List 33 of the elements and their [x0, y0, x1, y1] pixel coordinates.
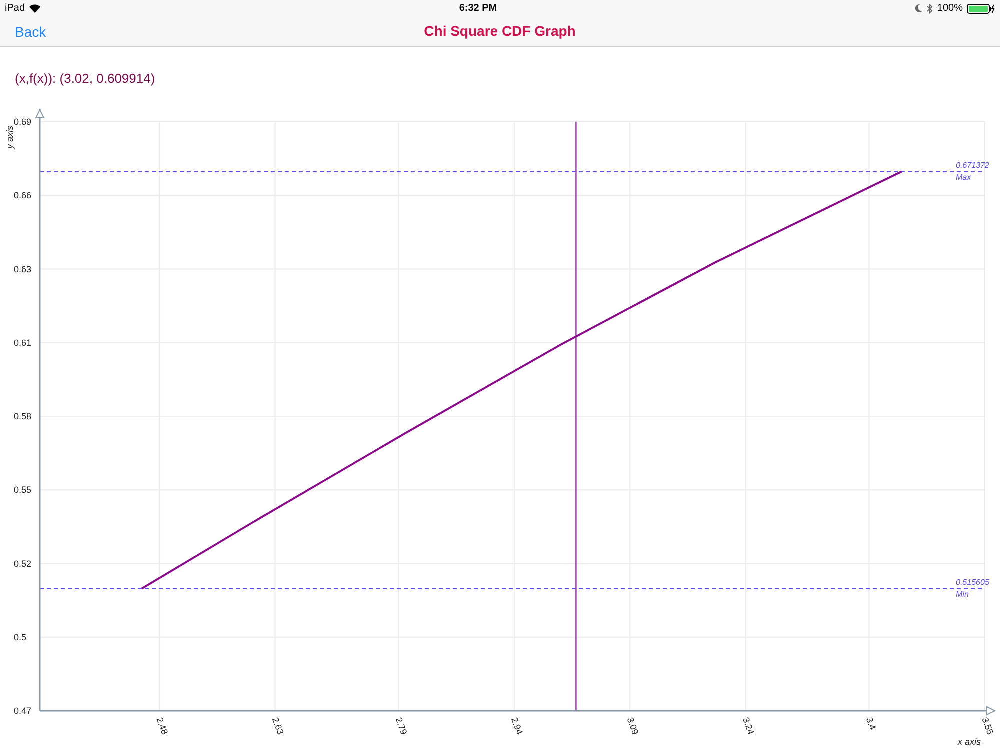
x-tick-label: 2.48: [154, 716, 170, 736]
x-tick-label: 2.94: [510, 716, 525, 736]
reference-value-label: 0.515605: [956, 578, 990, 587]
x-tick-label: 3.55: [980, 716, 996, 736]
battery-icon: [966, 4, 995, 14]
y-tick-label: 0.61: [14, 338, 32, 348]
y-tick-label: 0.58: [14, 412, 32, 422]
battery-percent: 100%: [937, 2, 963, 16]
y-tick-label: 0.55: [14, 485, 32, 496]
bluetooth-icon: [927, 4, 934, 14]
status-time: 6:32 PM: [459, 2, 498, 16]
page-title: Chi Square CDF Graph: [424, 22, 576, 41]
x-tick-label: 3.4: [864, 716, 878, 732]
moon-icon: [915, 4, 924, 13]
y-tick-label: 0.52: [14, 558, 32, 569]
x-tick-label: 3.09: [625, 716, 641, 736]
reference-name-label: Min: [956, 590, 969, 599]
reference-value-label: 0.671372: [956, 160, 990, 170]
x-axis-title: x axis: [958, 737, 982, 747]
device-name: iPad: [5, 2, 26, 16]
y-tick-label: 0.5: [14, 632, 27, 642]
x-tick-label: 2.63: [270, 716, 286, 736]
reference-name-label: Max: [956, 172, 972, 182]
wifi-icon: [29, 4, 42, 13]
y-tick-label: 0.63: [14, 264, 32, 274]
y-tick-label: 0.69: [14, 117, 32, 127]
x-tick-label: 3.24: [740, 716, 756, 736]
y-tick-label: 0.66: [14, 190, 32, 201]
y-tick-label: 0.47: [14, 706, 32, 716]
point-readout: (x,f(x)): (3.02, 0.609914): [15, 71, 156, 86]
back-button[interactable]: Back: [15, 22, 46, 43]
x-tick-label: 2.79: [394, 716, 410, 736]
y-axis-title: y axis: [5, 126, 15, 149]
